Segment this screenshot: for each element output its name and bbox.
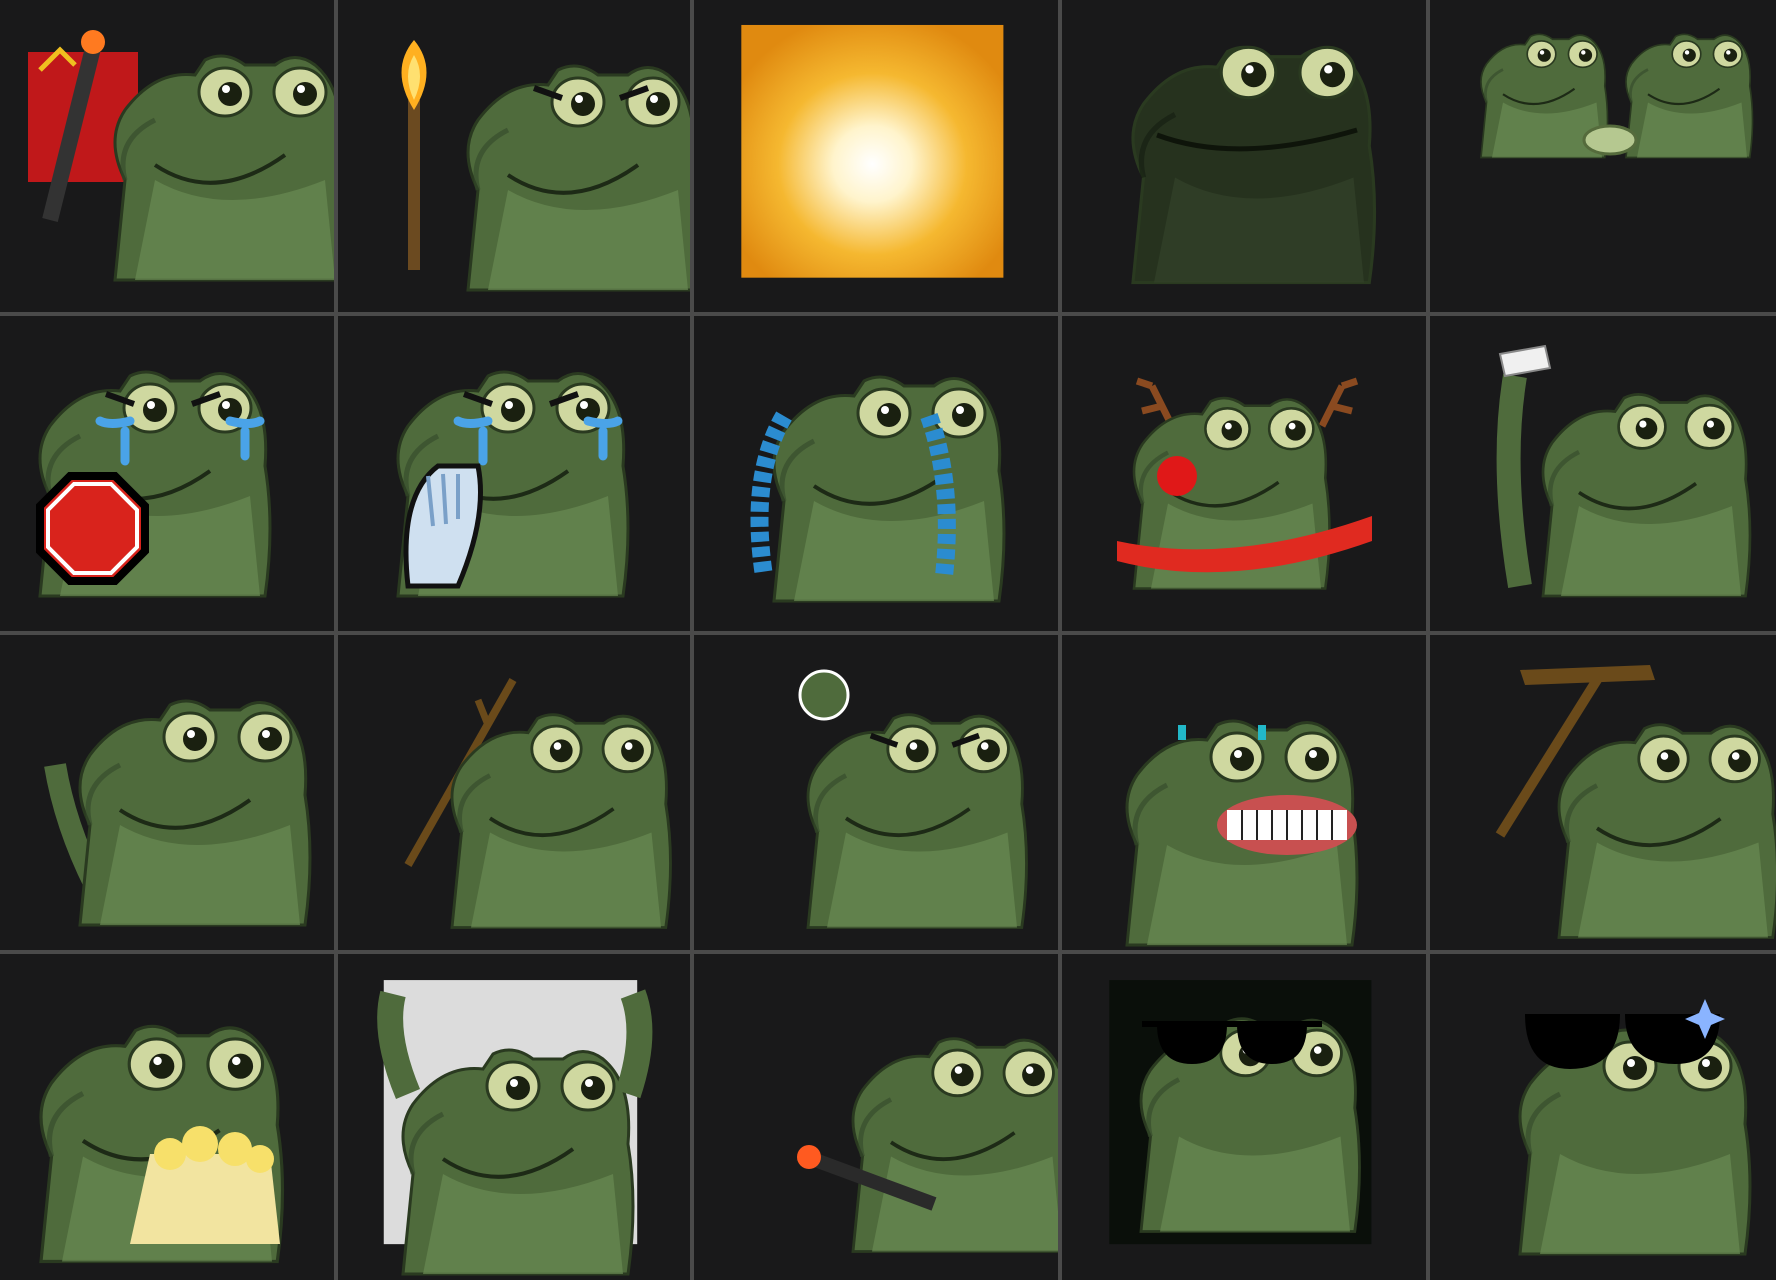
dark-frog-smug-icon: [1131, 45, 1377, 285]
glowing-sun-icon: [741, 24, 1004, 278]
two-frogs-handshake-icon: [1480, 33, 1754, 159]
frog-crying-stop-sign-icon: [36, 370, 272, 598]
emote-tile[interactable]: [338, 635, 690, 950]
frog-sunglasses-sparkle-icon: [1518, 999, 1752, 1256]
frog-with-pickaxe-icon: [1495, 665, 1776, 939]
emote-tile[interactable]: [0, 316, 334, 631]
emote-tile[interactable]: [694, 0, 1058, 312]
emote-tile[interactable]: [694, 635, 1058, 950]
frog-crying-waving-hand-icon: [396, 370, 630, 598]
frog-waving-hand-icon: [44, 699, 312, 927]
frog-crying-grinning-teeth-icon: [1125, 719, 1359, 947]
frog-sunglasses-matrix-icon: [1109, 980, 1372, 1245]
emote-tile[interactable]: [694, 316, 1058, 631]
frog-eating-popcorn-icon: [39, 1024, 285, 1264]
emote-tile[interactable]: [338, 0, 690, 312]
frog-waving-white-flag-icon: [1496, 344, 1752, 598]
emote-tile[interactable]: [0, 635, 334, 950]
emote-grid: [0, 0, 1776, 1280]
emote-tile[interactable]: [694, 954, 1058, 1280]
emote-tile[interactable]: [338, 954, 690, 1280]
emote-tile[interactable]: [1430, 954, 1776, 1280]
emote-tile[interactable]: [1430, 0, 1776, 312]
emote-tile[interactable]: [1430, 635, 1776, 950]
emote-tile[interactable]: [338, 316, 690, 631]
emote-tile[interactable]: [1062, 954, 1426, 1280]
emote-tile[interactable]: [1062, 0, 1426, 312]
emote-tile[interactable]: [0, 954, 334, 1280]
frog-holding-stick-icon: [404, 678, 672, 929]
frog-with-rifle-and-flag-icon: [28, 30, 334, 282]
frog-angry-fist-icon: [798, 669, 1028, 929]
emote-tile[interactable]: [1430, 316, 1776, 631]
frog-hands-up-icon: [377, 980, 653, 1276]
frog-crying-rivers-icon: [750, 375, 1006, 603]
frog-reindeer-scarf-icon: [1117, 377, 1372, 590]
frog-angry-holding-torch-icon: [401, 40, 690, 292]
emote-tile[interactable]: [1062, 635, 1426, 950]
frog-firing-rifle-icon: [796, 1037, 1058, 1253]
emote-tile[interactable]: [1062, 316, 1426, 631]
emote-tile[interactable]: [0, 0, 334, 312]
